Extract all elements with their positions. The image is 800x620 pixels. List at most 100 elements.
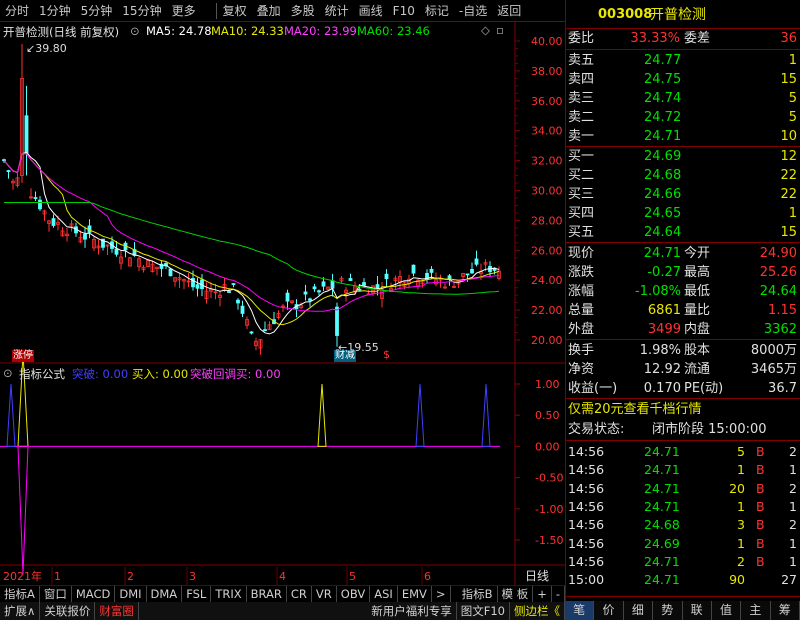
limit-up-badge[interactable]: 涨停	[12, 350, 34, 362]
indicator-tab-14[interactable]: >	[432, 586, 451, 602]
toolbar-11-button[interactable]: F10	[388, 0, 420, 22]
sidebar-button[interactable]: 侧边栏《	[510, 602, 565, 620]
toolbar-14-button[interactable]: 返回	[492, 0, 526, 22]
indicator-tab-17[interactable]: +	[533, 586, 552, 602]
right-tab-7[interactable]: 主	[741, 601, 771, 620]
indicator-tab-16[interactable]: 模 板	[498, 586, 534, 602]
toolbar-10-button[interactable]: 画线	[354, 0, 388, 22]
indicator-tab-11[interactable]: OBV	[337, 586, 371, 602]
candle-body	[308, 298, 312, 301]
tick-volume: 3	[737, 517, 745, 533]
tick-row: 15:00 24.71 90 27	[566, 570, 800, 589]
toolbar-12-button[interactable]: 标记	[420, 0, 454, 22]
tick-count: 27	[781, 572, 797, 588]
indicator-tick: 0.00	[535, 440, 560, 453]
month-label: 6	[424, 570, 431, 583]
indicator-s2: 买入: 0.00	[132, 367, 189, 381]
candle-body	[240, 305, 245, 314]
indicator-tab-4[interactable]: DMI	[115, 586, 147, 602]
new-user-promo-button[interactable]: 新用户福利专享	[367, 602, 457, 620]
candle-body	[411, 264, 416, 274]
weibi-value: 33.33%	[630, 31, 680, 46]
stat-row: 现价 24.71 今开 24.90	[566, 244, 800, 263]
indicator-tab-1[interactable]: 指标A	[0, 586, 40, 602]
tick-count: 2	[789, 480, 797, 496]
indicator-tick: -1.00	[535, 503, 563, 516]
right-tab-8[interactable]: 筹	[770, 601, 800, 620]
indicator-tab-13[interactable]: EMV	[398, 586, 432, 602]
finance-badge[interactable]: 财减	[334, 350, 356, 362]
toolbar-2-button[interactable]: 1分钟	[34, 0, 76, 22]
dollar-icon[interactable]: $	[383, 348, 390, 361]
indicator-tab-7[interactable]: TRIX	[211, 586, 247, 602]
toolbar-9-button[interactable]: 统计	[320, 0, 354, 22]
bid-row: 买三 24.66 22	[566, 185, 800, 204]
candle-body	[2, 159, 6, 162]
indicator-tab-15[interactable]: 指标B	[458, 586, 498, 602]
price-tick: 24.00	[531, 274, 563, 287]
indicator-tab-6[interactable]: FSL	[182, 586, 212, 602]
ask-price: 24.75	[644, 72, 682, 87]
bid-price: 24.64	[644, 225, 682, 240]
indicator-tab-2[interactable]: 窗口	[40, 586, 72, 602]
tick-row: 14:56 24.68 3 B 2	[566, 515, 800, 534]
indicator-tab-18[interactable]: -	[552, 586, 565, 602]
toolbar-7-button[interactable]: 叠加	[252, 0, 286, 22]
expand-button[interactable]: 扩展∧	[0, 602, 41, 620]
candle-body	[227, 291, 231, 293]
toolbar-1-button[interactable]: 分时	[0, 0, 34, 22]
stat-row: 总量 6861 量比 1.15	[566, 301, 800, 320]
bid-price: 24.69	[644, 149, 682, 164]
wealth-circle-button[interactable]: 财富圈	[95, 602, 139, 620]
indicator-tick: -0.50	[535, 472, 563, 485]
stat-label: 涨跌	[568, 265, 595, 280]
candle-body	[263, 329, 267, 332]
bid-price: 24.68	[644, 168, 682, 183]
right-tab-3[interactable]: 细	[623, 601, 654, 620]
kline-chart[interactable]: 40.0038.0036.0034.0032.0030.0028.0026.00…	[0, 22, 565, 585]
stat-label: 收益(一)	[568, 381, 618, 396]
toolbar-4-button[interactable]: 15分钟	[117, 0, 166, 22]
tick-count: 1	[789, 498, 797, 514]
related-quotes-button[interactable]: 关联报价	[40, 602, 96, 620]
right-tab-6[interactable]: 值	[711, 601, 742, 620]
indicator-spike	[415, 383, 425, 447]
indicator-tab-3[interactable]: MACD	[72, 586, 116, 602]
toolbar-5-button[interactable]: 更多	[167, 0, 201, 22]
indicator-settings-icon[interactable]: ⊙	[3, 366, 13, 380]
bid-row: 买四 24.65 1	[566, 204, 800, 223]
right-tab-5[interactable]: 联	[682, 601, 712, 620]
indicator-tab-9[interactable]: CR	[287, 586, 312, 602]
period-label: 日线	[525, 569, 549, 583]
indicator-name[interactable]: 指标公式	[19, 366, 65, 382]
ask-label: 卖二	[568, 110, 595, 125]
toolbar: 分时 1分钟 5分钟 15分钟 更多 复权 叠加 多股 统计 画线 F10 标记 -自选 返回	[0, 0, 565, 22]
ma10-line	[3, 153, 500, 326]
tick-price: 24.69	[644, 535, 680, 551]
high-value: 39.80	[35, 42, 67, 55]
tick-volume: 5	[737, 444, 745, 459]
right-tab-2[interactable]: 价	[594, 601, 624, 620]
toolbar-8-button[interactable]: 多股	[286, 0, 320, 22]
promo-row[interactable]: 仅需20元查看千档行情	[566, 400, 800, 419]
candle-body	[83, 234, 87, 240]
indicator-tab-5[interactable]: DMA	[147, 586, 183, 602]
right-tab-1[interactable]: 笔	[565, 601, 595, 620]
ask-row: 卖四 24.75 15	[566, 70, 800, 89]
right-tab-4[interactable]: 势	[653, 601, 683, 620]
toolbar-6-button[interactable]: 复权	[218, 0, 252, 22]
stat-value: 24.64	[759, 284, 797, 299]
indicator-tab-10[interactable]: VR	[312, 586, 337, 602]
candle-body	[321, 281, 326, 287]
indicator-tab-12[interactable]: ASI	[370, 586, 398, 602]
toolbar-3-button[interactable]: 5分钟	[76, 0, 118, 22]
promo-text[interactable]: 仅需20元查看千档行情	[568, 400, 702, 419]
f10-graphic-button[interactable]: 图文F10	[457, 602, 510, 620]
candle-body	[384, 273, 389, 280]
indicator-tab-8[interactable]: BRAR	[247, 586, 287, 602]
price-tick: 28.00	[531, 214, 563, 227]
toolbar-13-button[interactable]: -自选	[454, 0, 492, 22]
weicha-label: 委差	[684, 31, 711, 46]
ask-price: 24.77	[644, 53, 682, 68]
candle-body	[362, 282, 366, 286]
